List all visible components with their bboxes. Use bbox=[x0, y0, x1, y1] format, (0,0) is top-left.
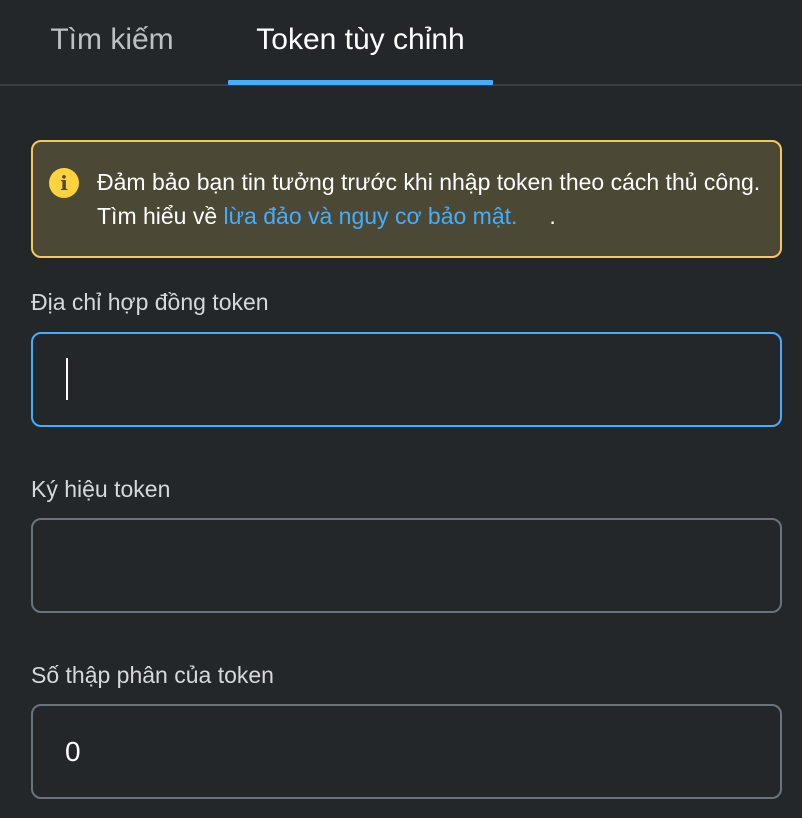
contract-address-field[interactable] bbox=[31, 332, 782, 427]
info-icon: i bbox=[49, 168, 79, 198]
scam-security-risks-link[interactable]: lừa đảo và nguy cơ bảo mật. bbox=[224, 203, 518, 229]
token-decimals-label: Số thập phân của token bbox=[31, 662, 274, 688]
contract-address-input[interactable] bbox=[33, 334, 780, 425]
warning-text-after: . bbox=[517, 203, 556, 229]
token-symbol-field[interactable] bbox=[31, 518, 782, 613]
tab-bar: Tìm kiếm Token tùy chỉnh bbox=[0, 0, 802, 86]
text-caret bbox=[66, 358, 68, 400]
token-decimals-input[interactable] bbox=[33, 706, 780, 797]
token-symbol-input[interactable] bbox=[33, 520, 780, 611]
tab-custom-token[interactable]: Token tùy chỉnh bbox=[228, 0, 493, 86]
warning-banner: i Đảm bảo bạn tin tưởng trước khi nhập t… bbox=[31, 140, 782, 258]
tab-search[interactable]: Tìm kiếm bbox=[30, 0, 194, 86]
token-symbol-label: Ký hiệu token bbox=[31, 476, 171, 502]
contract-address-label: Địa chỉ hợp đồng token bbox=[31, 289, 269, 315]
token-decimals-field[interactable] bbox=[31, 704, 782, 799]
warning-text: Đảm bảo bạn tin tưởng trước khi nhập tok… bbox=[97, 165, 767, 233]
active-tab-indicator bbox=[228, 80, 493, 85]
